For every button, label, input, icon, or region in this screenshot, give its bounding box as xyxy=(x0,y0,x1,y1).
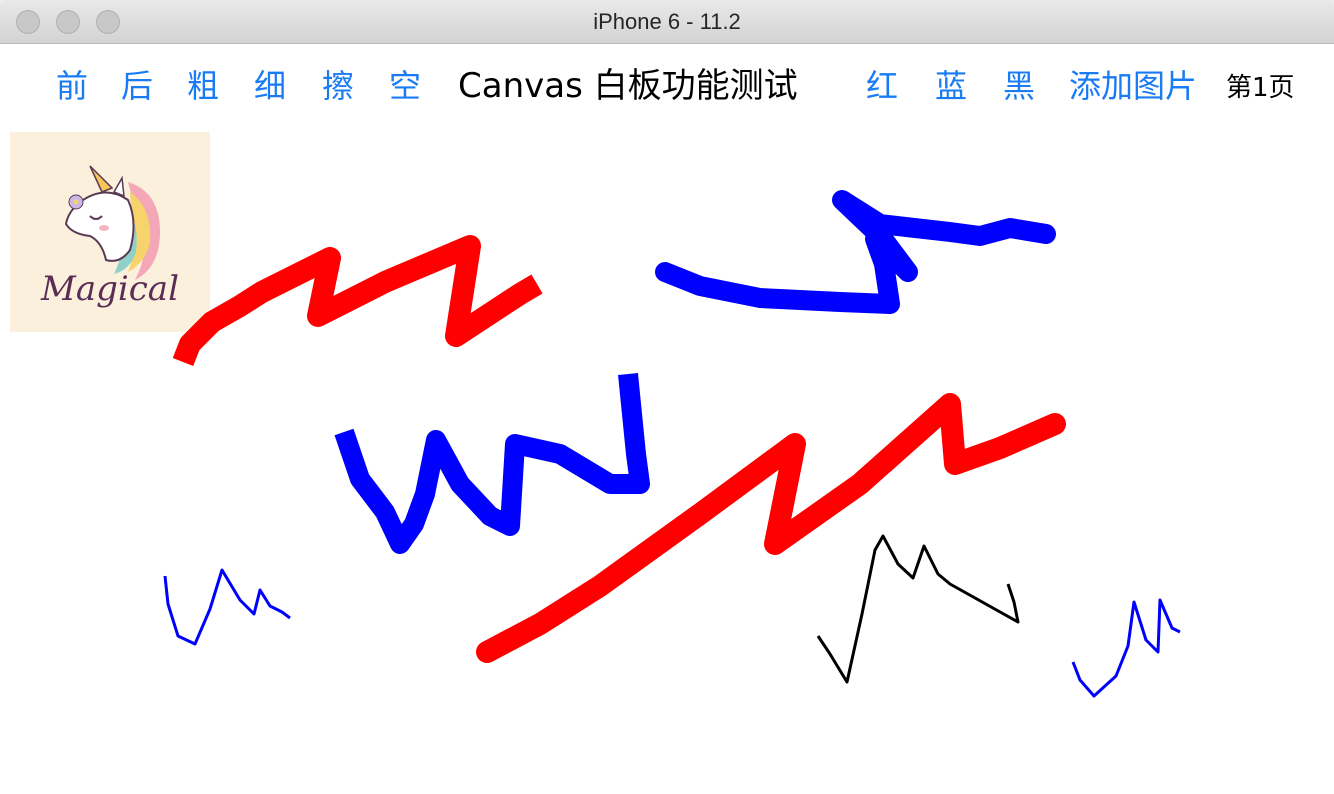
title-bar: iPhone 6 - 11.2 xyxy=(0,0,1334,44)
drawing-canvas[interactable] xyxy=(0,44,1334,794)
stroke-blue-4 xyxy=(1071,598,1181,698)
window-title: iPhone 6 - 11.2 xyxy=(593,9,741,34)
stroke-blue-3 xyxy=(163,568,291,646)
stroke-red-1 xyxy=(172,235,543,366)
app-screen: 前 后 粗 细 擦 空 Canvas 白板功能测试 红 蓝 黑 添加图片 第1页 xyxy=(0,44,1334,794)
stroke-red-2 xyxy=(476,393,1066,663)
stroke-blue-1 xyxy=(655,190,1056,314)
stroke-blue-2 xyxy=(334,373,650,554)
simulator-window: iPhone 6 - 11.2 前 后 粗 细 擦 空 Canvas 白板功能测… xyxy=(0,0,1334,794)
stroke-black-1 xyxy=(816,534,1020,684)
